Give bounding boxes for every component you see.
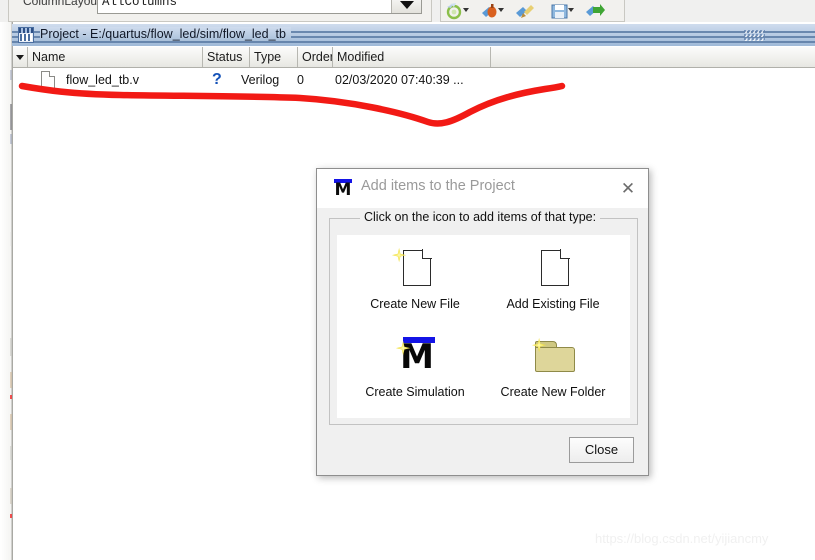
tile-create-new-folder[interactable]: Create New Folder <box>487 331 619 413</box>
dialog-title: Add items to the Project <box>361 178 515 194</box>
tile-create-new-file[interactable]: Create New File <box>349 243 481 325</box>
cell-order: 0 <box>297 73 304 87</box>
icon-groupbox: Click on the icon to add items of that t… <box>329 210 638 425</box>
tile-label: Create New File <box>370 297 460 311</box>
column-header-type[interactable]: Type <box>250 47 298 67</box>
column-header-order[interactable]: Order <box>298 47 333 67</box>
grip-dots-icon[interactable] <box>743 29 765 41</box>
project-panel-titlebar[interactable]: Project - E:/quartus/flow_led/sim/flow_l… <box>12 24 815 46</box>
tile-label: Add Existing File <box>506 297 600 311</box>
left-rail <box>0 22 16 560</box>
cell-modified: 02/03/2020 07:40:39 ... <box>335 73 464 87</box>
modelsim-m-logo-icon: M <box>334 179 352 200</box>
new-file-icon <box>391 247 437 293</box>
groupbox-legend: Click on the icon to add items of that t… <box>360 210 601 224</box>
create-simulation-icon: M <box>393 335 437 381</box>
column-layout-toolbar: ColumnLayout AllColumns <box>8 0 432 22</box>
sort-descending-icon[interactable] <box>13 47 28 67</box>
tile-label: Create Simulation <box>365 385 465 399</box>
project-panel-title: Project - E:/quartus/flow_led/sim/flow_l… <box>40 27 291 41</box>
save-floppy-icon[interactable] <box>550 2 574 20</box>
add-items-dialog: M Add items to the Project ✕ Click on th… <box>316 168 649 476</box>
column-header-filler <box>491 47 815 67</box>
column-header-name[interactable]: Name <box>28 47 203 67</box>
refresh-recycle-icon[interactable] <box>445 2 469 20</box>
top-toolbar-strip: ColumnLayout AllColumns <box>0 0 815 23</box>
file-document-icon <box>41 71 55 89</box>
table-row[interactable]: flow_led_tb.v ? Verilog 0 02/03/2020 07:… <box>13 68 815 92</box>
close-button[interactable]: Close <box>569 437 634 463</box>
compile-bottle-icon[interactable] <box>480 2 504 20</box>
column-header-modified[interactable]: Modified <box>333 47 491 67</box>
project-window-icon <box>18 27 34 43</box>
watermark: https://blog.csdn.net/yijiancmy <box>595 531 769 546</box>
tile-label: Create New Folder <box>500 385 606 399</box>
column-layout-combobox[interactable]: AllColumns <box>97 0 422 14</box>
dialog-titlebar[interactable]: M Add items to the Project ✕ <box>317 169 648 208</box>
new-folder-icon <box>531 335 575 381</box>
table-header-row: Name Status Type Order Modified <box>13 47 815 68</box>
tile-create-simulation[interactable]: M Create Simulation <box>349 331 481 413</box>
chevron-down-icon[interactable] <box>391 0 421 13</box>
app-root: ColumnLayout AllColumns Project - E:/qua… <box>0 0 815 560</box>
cell-name: flow_led_tb.v <box>66 73 139 87</box>
column-layout-value: AllColumns <box>102 0 178 9</box>
action-toolbar <box>440 0 625 22</box>
column-layout-label: ColumnLayout <box>23 0 101 8</box>
existing-file-icon <box>531 247 575 293</box>
close-icon[interactable]: ✕ <box>616 177 640 201</box>
compile-all-brush-icon[interactable] <box>515 2 535 20</box>
cell-type: Verilog <box>241 73 280 87</box>
simulate-arrow-icon[interactable] <box>585 2 605 20</box>
column-header-status[interactable]: Status <box>203 47 250 67</box>
icon-grid: Create New File Add Existing File M Crea… <box>337 235 630 418</box>
tile-add-existing-file[interactable]: Add Existing File <box>487 243 619 325</box>
cell-status: ? <box>212 71 222 88</box>
